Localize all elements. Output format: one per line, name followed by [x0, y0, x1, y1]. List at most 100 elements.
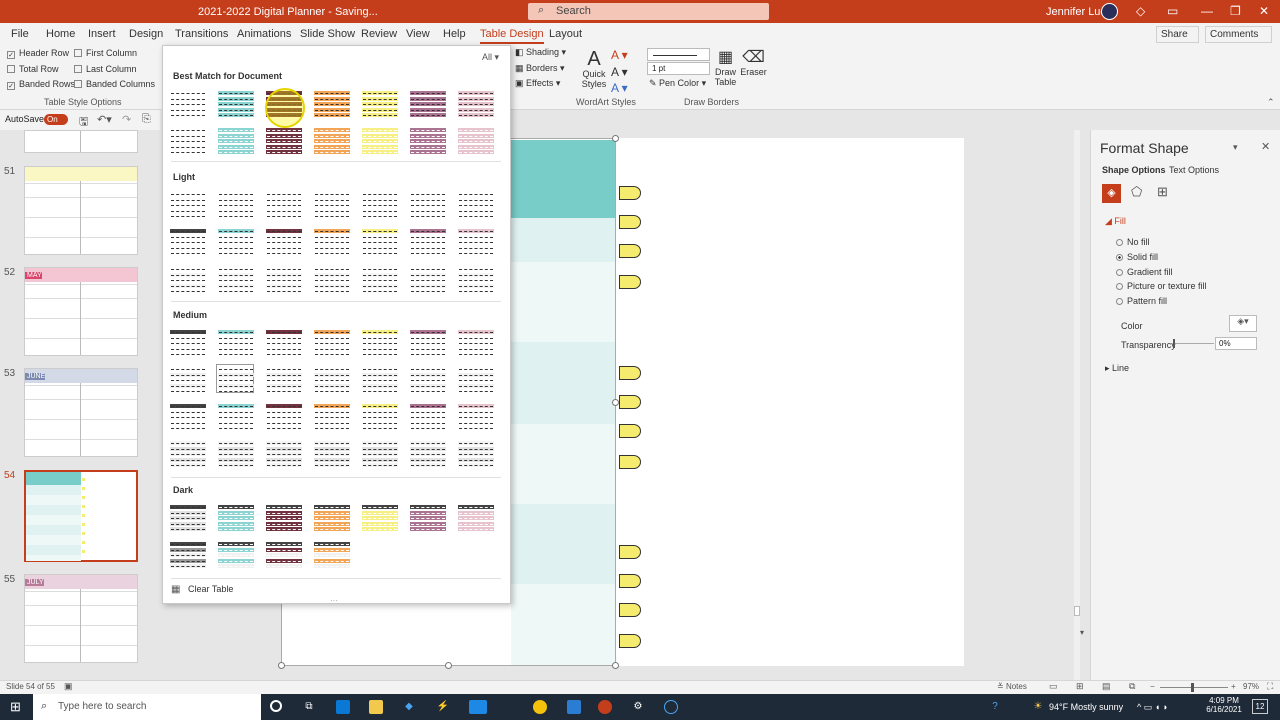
- picture-fill-radio[interactable]: Picture or texture fill: [1116, 281, 1207, 291]
- tab-insert[interactable]: Insert: [88, 28, 116, 40]
- last-column-checkbox[interactable]: Last Column: [74, 64, 137, 74]
- table-style-thumbnail[interactable]: [312, 327, 350, 356]
- text-outline-icon[interactable]: A ▾: [611, 65, 628, 79]
- table-style-thumbnail[interactable]: [216, 327, 254, 356]
- resize-handle[interactable]: [445, 662, 452, 669]
- file-explorer-icon[interactable]: [369, 700, 383, 714]
- table-style-thumbnail[interactable]: [168, 539, 206, 568]
- table-style-thumbnail[interactable]: [408, 502, 446, 531]
- diamond-icon[interactable]: ◇: [1136, 4, 1145, 18]
- table-style-thumbnail[interactable]: [264, 401, 302, 430]
- table-style-thumbnail[interactable]: [216, 364, 254, 393]
- tab-home[interactable]: Home: [46, 28, 75, 40]
- powerpoint-icon[interactable]: [598, 700, 612, 714]
- no-fill-radio[interactable]: No fill: [1116, 237, 1150, 247]
- first-column-checkbox[interactable]: First Column: [74, 48, 137, 58]
- system-tray-icons[interactable]: ^ ▭ ◖ ◗: [1137, 702, 1168, 713]
- table-style-thumbnail[interactable]: [360, 226, 398, 255]
- table-style-thumbnail[interactable]: [456, 401, 494, 430]
- table-style-thumbnail[interactable]: [264, 226, 302, 255]
- table-style-thumbnail[interactable]: [168, 125, 206, 154]
- resize-grip-icon[interactable]: ⋯: [330, 596, 338, 605]
- slideshow-view-icon[interactable]: ⧉: [1129, 681, 1135, 692]
- notification-icon[interactable]: 12: [1252, 699, 1268, 714]
- close-icon[interactable]: ✕: [1259, 4, 1269, 18]
- table-style-thumbnail[interactable]: [168, 226, 206, 255]
- search-box[interactable]: ⌕ Search: [528, 3, 769, 20]
- scroll-down-icon[interactable]: ▾: [1080, 628, 1084, 637]
- reading-view-icon[interactable]: ▤: [1102, 681, 1111, 692]
- settings-icon[interactable]: ⚙: [631, 700, 645, 714]
- text-options-tab[interactable]: Text Options: [1169, 165, 1219, 175]
- table-style-thumbnail[interactable]: [216, 539, 254, 568]
- table-style-thumbnail[interactable]: [216, 88, 254, 117]
- dropbox-icon[interactable]: ◆: [402, 700, 416, 714]
- edge-icon[interactable]: [336, 700, 350, 714]
- outlook-icon[interactable]: [469, 700, 487, 714]
- table-style-thumbnail[interactable]: [408, 88, 446, 117]
- slide-thumbnail-50[interactable]: [24, 130, 138, 153]
- table-style-thumbnail[interactable]: [264, 327, 302, 356]
- table-style-thumbnail[interactable]: [456, 189, 494, 218]
- table-style-thumbnail[interactable]: [456, 502, 494, 531]
- task-view-icon[interactable]: ⧉: [302, 700, 316, 714]
- table-style-thumbnail[interactable]: [456, 264, 494, 293]
- effects-icon[interactable]: ⬠: [1131, 184, 1142, 200]
- restore-icon[interactable]: ❐: [1230, 4, 1241, 18]
- table-style-thumbnail[interactable]: [264, 502, 302, 531]
- table-style-thumbnail[interactable]: [408, 364, 446, 393]
- header-row-checkbox[interactable]: ✓ Header Row: [7, 48, 69, 59]
- table-style-thumbnail[interactable]: [168, 327, 206, 356]
- borders-button[interactable]: ▦ Borders ▾: [515, 63, 565, 74]
- table-style-thumbnail[interactable]: [264, 438, 302, 467]
- color-picker-button[interactable]: ◈▾: [1229, 315, 1257, 332]
- slide-thumbnail-54[interactable]: [24, 470, 138, 562]
- normal-view-icon[interactable]: ▭: [1049, 681, 1058, 692]
- shape-options-tab[interactable]: Shape Options: [1102, 165, 1166, 175]
- banded-columns-checkbox[interactable]: Banded Columns: [74, 79, 155, 89]
- clock[interactable]: 4:09 PM 6/16/2021: [1205, 696, 1243, 714]
- table-style-thumbnail[interactable]: [216, 438, 254, 467]
- table-style-thumbnail[interactable]: [408, 226, 446, 255]
- table-style-thumbnail[interactable]: [408, 401, 446, 430]
- table-style-thumbnail[interactable]: [168, 401, 206, 430]
- redo-icon[interactable]: ↷: [122, 113, 131, 126]
- table-style-thumbnail[interactable]: [312, 125, 350, 154]
- start-icon[interactable]: ⊞: [10, 699, 21, 715]
- table-style-thumbnail[interactable]: [168, 502, 206, 531]
- fit-to-window-icon[interactable]: ⛶: [1267, 681, 1273, 692]
- table-style-thumbnail[interactable]: [216, 264, 254, 293]
- table-style-thumbnail[interactable]: [456, 125, 494, 154]
- total-row-checkbox[interactable]: Total Row: [7, 64, 59, 74]
- table-style-thumbnail[interactable]: [312, 189, 350, 218]
- tab-help[interactable]: Help: [443, 28, 466, 40]
- text-fill-icon[interactable]: A ▾: [611, 48, 628, 62]
- table-style-thumbnail[interactable]: [216, 226, 254, 255]
- gallery-filter[interactable]: All ▾: [482, 52, 499, 63]
- size-properties-icon[interactable]: ⊞: [1157, 184, 1168, 200]
- table-style-thumbnail[interactable]: [168, 189, 206, 218]
- transparency-slider[interactable]: [1173, 339, 1214, 348]
- vertical-scrollbar[interactable]: [1074, 130, 1080, 680]
- table-style-thumbnail[interactable]: [360, 502, 398, 531]
- slide-thumbnail-52[interactable]: MAY: [24, 267, 138, 356]
- start-slideshow-icon[interactable]: ⎘: [142, 113, 151, 126]
- table-style-thumbnail[interactable]: [168, 438, 206, 467]
- table-style-thumbnail[interactable]: [456, 226, 494, 255]
- draw-table-button[interactable]: ▦ Draw Table: [713, 47, 738, 87]
- chrome-icon[interactable]: [533, 700, 547, 714]
- text-effects-icon[interactable]: A ▾: [611, 81, 628, 95]
- table-style-thumbnail[interactable]: [408, 438, 446, 467]
- resize-handle[interactable]: [612, 662, 619, 669]
- app-bolt-icon[interactable]: ⚡: [436, 700, 450, 714]
- tab-slide-show[interactable]: Slide Show: [300, 28, 355, 40]
- table-style-thumbnail[interactable]: [216, 401, 254, 430]
- table-style-thumbnail[interactable]: [168, 364, 206, 393]
- table-style-thumbnail[interactable]: [408, 327, 446, 356]
- tab-file[interactable]: File: [11, 28, 29, 40]
- slide-thumbnail-55[interactable]: JULY: [24, 574, 138, 663]
- solid-fill-radio[interactable]: Solid fill: [1116, 252, 1158, 262]
- table-style-thumbnail[interactable]: [408, 264, 446, 293]
- table-style-thumbnail[interactable]: [312, 539, 350, 568]
- gradient-fill-radio[interactable]: Gradient fill: [1116, 267, 1173, 277]
